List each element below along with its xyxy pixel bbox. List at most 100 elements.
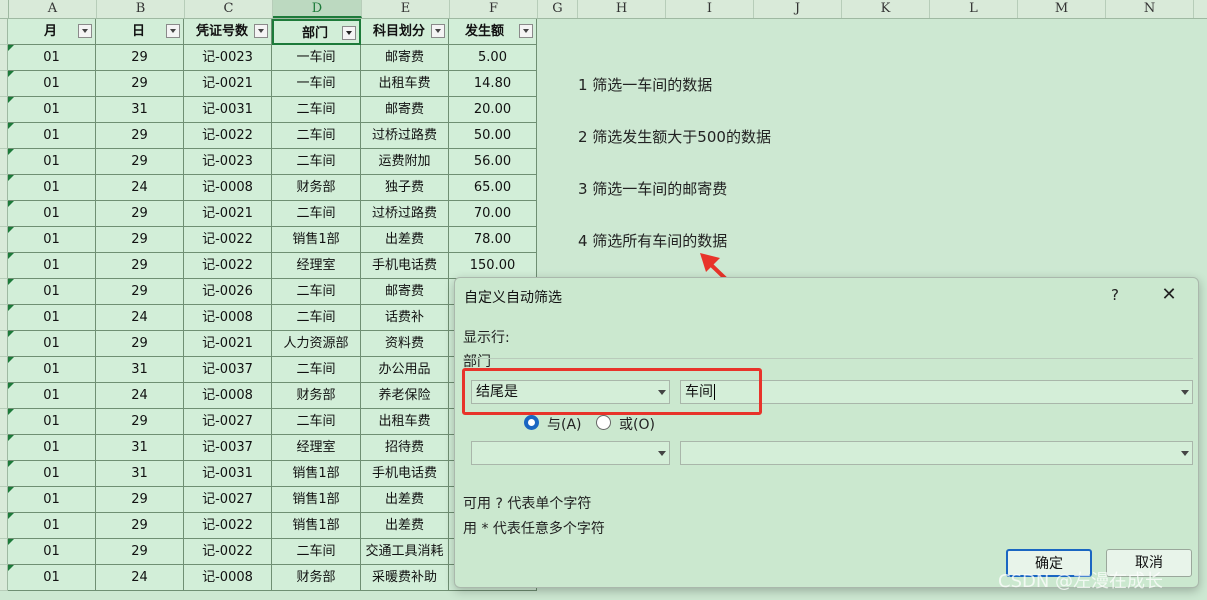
department-cell[interactable]: 二车间: [272, 305, 361, 331]
day-cell[interactable]: 29: [96, 149, 184, 175]
amount-cell[interactable]: 20.00: [449, 97, 537, 123]
condition2-operator-select[interactable]: [471, 441, 670, 465]
month-cell[interactable]: 01: [8, 71, 96, 97]
row-number[interactable]: [0, 383, 8, 409]
day-cell[interactable]: 29: [96, 409, 184, 435]
header-cell-category[interactable]: 科目划分: [361, 19, 449, 45]
month-cell[interactable]: 01: [8, 97, 96, 123]
filter-dropdown-icon[interactable]: [519, 24, 533, 38]
day-cell[interactable]: 29: [96, 331, 184, 357]
department-cell[interactable]: 销售1部: [272, 227, 361, 253]
month-cell[interactable]: 01: [8, 461, 96, 487]
filter-dropdown-icon[interactable]: [431, 24, 445, 38]
department-cell[interactable]: 销售1部: [272, 487, 361, 513]
department-cell[interactable]: 财务部: [272, 175, 361, 201]
category-cell[interactable]: 过桥过路费: [361, 123, 449, 149]
category-cell[interactable]: 交通工具消耗: [361, 539, 449, 565]
department-cell[interactable]: 二车间: [272, 149, 361, 175]
or-radio[interactable]: [596, 415, 611, 430]
column-header-e[interactable]: E: [362, 0, 450, 18]
department-cell[interactable]: 财务部: [272, 565, 361, 591]
department-cell[interactable]: 二车间: [272, 201, 361, 227]
department-cell[interactable]: 一车间: [272, 45, 361, 71]
row-number[interactable]: [0, 357, 8, 383]
column-header-b[interactable]: B: [97, 0, 185, 18]
day-cell[interactable]: 24: [96, 305, 184, 331]
month-cell[interactable]: 01: [8, 435, 96, 461]
amount-cell[interactable]: 50.00: [449, 123, 537, 149]
department-cell[interactable]: 一车间: [272, 71, 361, 97]
filter-dropdown-icon[interactable]: [254, 24, 268, 38]
header-cell-voucher[interactable]: 凭证号数: [184, 19, 272, 45]
voucher-cell[interactable]: 记-0008: [184, 305, 272, 331]
row-number[interactable]: [0, 201, 8, 227]
condition2-value-input[interactable]: [680, 441, 1193, 465]
amount-cell[interactable]: 65.00: [449, 175, 537, 201]
voucher-cell[interactable]: 记-0022: [184, 513, 272, 539]
filter-dropdown-icon[interactable]: [166, 24, 180, 38]
header-cell-month[interactable]: 月: [8, 19, 96, 45]
voucher-cell[interactable]: 记-0023: [184, 45, 272, 71]
row-number[interactable]: [0, 253, 8, 279]
day-cell[interactable]: 31: [96, 435, 184, 461]
day-cell[interactable]: 29: [96, 71, 184, 97]
category-cell[interactable]: 过桥过路费: [361, 201, 449, 227]
month-cell[interactable]: 01: [8, 305, 96, 331]
day-cell[interactable]: 29: [96, 45, 184, 71]
row-number[interactable]: [0, 175, 8, 201]
amount-cell[interactable]: 70.00: [449, 201, 537, 227]
category-cell[interactable]: 出租车费: [361, 409, 449, 435]
row-number[interactable]: [0, 305, 8, 331]
department-cell[interactable]: 人力资源部: [272, 331, 361, 357]
voucher-cell[interactable]: 记-0037: [184, 435, 272, 461]
category-cell[interactable]: 手机电话费: [361, 253, 449, 279]
category-cell[interactable]: 出差费: [361, 513, 449, 539]
header-cell-amount[interactable]: 发生额: [449, 19, 537, 45]
voucher-cell[interactable]: 记-0022: [184, 227, 272, 253]
row-number[interactable]: [0, 461, 8, 487]
voucher-cell[interactable]: 记-0022: [184, 253, 272, 279]
department-cell[interactable]: 二车间: [272, 357, 361, 383]
department-cell[interactable]: 销售1部: [272, 461, 361, 487]
day-cell[interactable]: 24: [96, 175, 184, 201]
column-header-h[interactable]: H: [578, 0, 666, 18]
column-header-k[interactable]: K: [842, 0, 930, 18]
category-cell[interactable]: 邮寄费: [361, 45, 449, 71]
column-header-n[interactable]: N: [1106, 0, 1194, 18]
amount-cell[interactable]: 5.00: [449, 45, 537, 71]
row-number[interactable]: [0, 97, 8, 123]
month-cell[interactable]: 01: [8, 175, 96, 201]
month-cell[interactable]: 01: [8, 409, 96, 435]
day-cell[interactable]: 29: [96, 539, 184, 565]
voucher-cell[interactable]: 记-0021: [184, 201, 272, 227]
category-cell[interactable]: 采暖费补助: [361, 565, 449, 591]
department-cell[interactable]: 二车间: [272, 279, 361, 305]
day-cell[interactable]: 29: [96, 227, 184, 253]
day-cell[interactable]: 31: [96, 357, 184, 383]
day-cell[interactable]: 29: [96, 253, 184, 279]
row-number[interactable]: [0, 123, 8, 149]
department-cell[interactable]: 二车间: [272, 409, 361, 435]
day-cell[interactable]: 29: [96, 487, 184, 513]
category-cell[interactable]: 独子费: [361, 175, 449, 201]
filter-dropdown-icon[interactable]: [78, 24, 92, 38]
column-header-d[interactable]: D: [273, 0, 362, 18]
amount-cell[interactable]: 56.00: [449, 149, 537, 175]
category-cell[interactable]: 出租车费: [361, 71, 449, 97]
voucher-cell[interactable]: 记-0022: [184, 539, 272, 565]
voucher-cell[interactable]: 记-0008: [184, 383, 272, 409]
row-number[interactable]: [0, 227, 8, 253]
month-cell[interactable]: 01: [8, 201, 96, 227]
and-radio-label[interactable]: 与(A): [547, 414, 582, 434]
month-cell[interactable]: 01: [8, 331, 96, 357]
row-number[interactable]: [0, 45, 8, 71]
category-cell[interactable]: 养老保险: [361, 383, 449, 409]
voucher-cell[interactable]: 记-0031: [184, 461, 272, 487]
column-header-m[interactable]: M: [1018, 0, 1106, 18]
column-header-f[interactable]: F: [450, 0, 538, 18]
header-cell-department[interactable]: 部门: [272, 19, 361, 45]
day-cell[interactable]: 29: [96, 123, 184, 149]
category-cell[interactable]: 话费补: [361, 305, 449, 331]
day-cell[interactable]: 24: [96, 383, 184, 409]
category-cell[interactable]: 资料费: [361, 331, 449, 357]
